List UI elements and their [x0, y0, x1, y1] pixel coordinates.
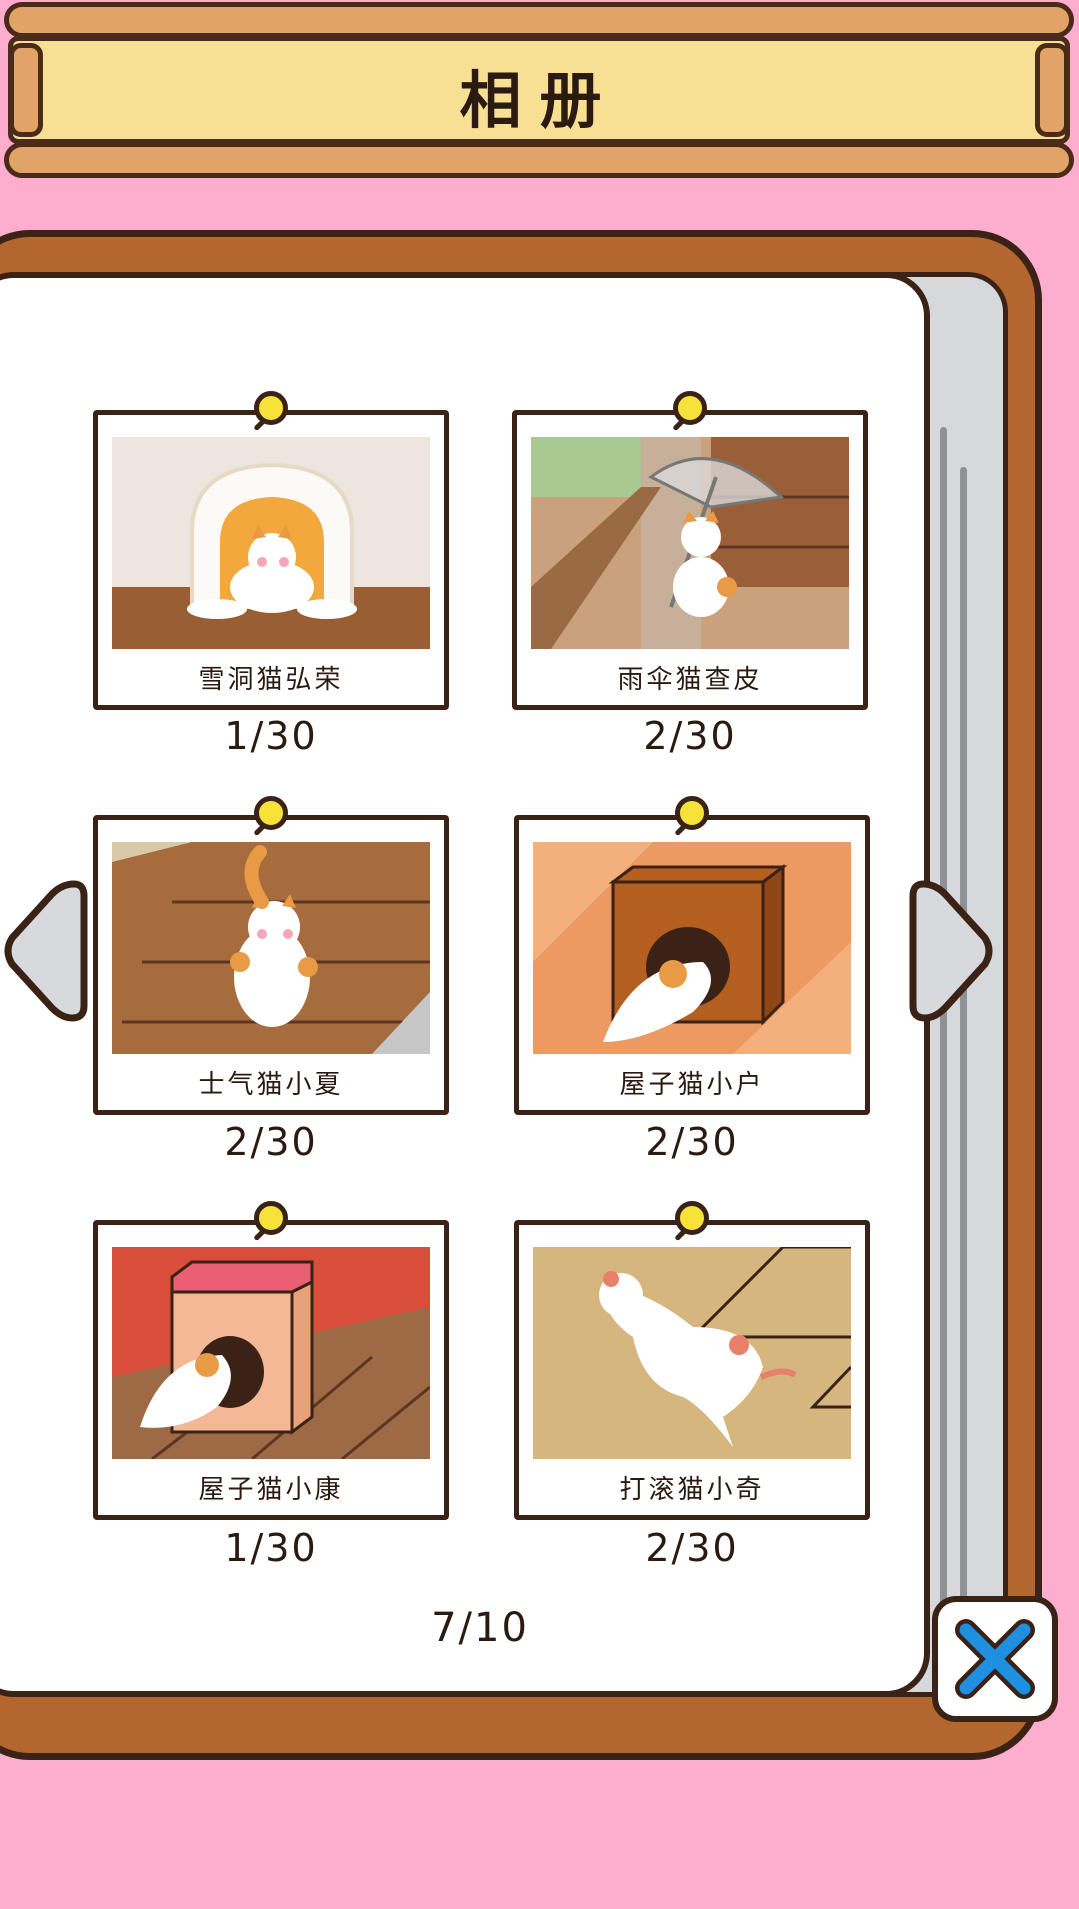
- cat-name: 打滚猫小奇: [619, 1475, 765, 1505]
- photo-count: 1/30: [224, 714, 318, 758]
- photo-count: 2/30: [643, 714, 737, 758]
- photo-card[interactable]: 屋子猫小康: [93, 1201, 449, 1520]
- cat-name: 雪洞猫弘荣: [198, 665, 344, 695]
- pin-icon: [673, 391, 707, 425]
- banner-rod-bottom: [4, 142, 1074, 178]
- cat-photo: [531, 437, 849, 649]
- page-indicator: 7/10: [431, 1605, 529, 1651]
- pin-icon: [675, 796, 709, 830]
- photo-count: 2/30: [645, 1526, 739, 1570]
- photo-card[interactable]: 士气猫小夏: [93, 796, 449, 1115]
- chevron-left-icon: [4, 880, 88, 1022]
- photo-count: 2/30: [224, 1120, 318, 1164]
- photo-card[interactable]: 雪洞猫弘荣: [93, 391, 449, 710]
- cat-name: 士气猫小夏: [198, 1070, 344, 1100]
- next-page-button[interactable]: [905, 876, 995, 1026]
- page-title: 相册: [459, 64, 620, 137]
- chevron-right-icon: [909, 880, 993, 1022]
- cat-name: 屋子猫小康: [198, 1475, 344, 1505]
- photo-count: 1/30: [224, 1526, 318, 1570]
- pin-icon: [254, 1201, 288, 1235]
- prev-page-button[interactable]: [2, 876, 92, 1026]
- title-banner: 相册: [0, 0, 1079, 185]
- cat-photo: [533, 842, 851, 1054]
- cat-photo: [112, 842, 430, 1054]
- pin-icon: [254, 796, 288, 830]
- photo-card[interactable]: 雨伞猫查皮: [512, 391, 868, 710]
- photo-count: 2/30: [645, 1120, 739, 1164]
- close-icon: [955, 1619, 1035, 1699]
- cat-photo: [112, 437, 430, 649]
- photo-card[interactable]: 屋子猫小户: [514, 796, 870, 1115]
- close-button[interactable]: [932, 1596, 1058, 1722]
- cat-photo: [533, 1247, 851, 1459]
- banner-rod-top: [4, 2, 1074, 38]
- cat-name: 雨伞猫查皮: [617, 665, 763, 695]
- cat-name: 屋子猫小户: [619, 1070, 765, 1100]
- photo-card[interactable]: 打滚猫小奇: [514, 1201, 870, 1520]
- cat-photo: [112, 1247, 430, 1459]
- pin-icon: [675, 1201, 709, 1235]
- pin-icon: [254, 391, 288, 425]
